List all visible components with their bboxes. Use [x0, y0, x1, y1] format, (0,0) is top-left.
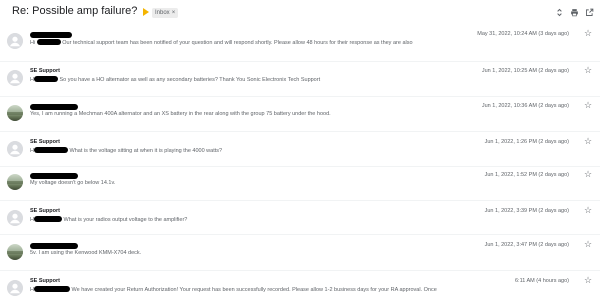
redaction-mark [33, 76, 58, 82]
snippet-text: My voltage doesn't go below 14.1v. [30, 180, 116, 186]
message-date: Jun 1, 2022, 10:36 AM (2 days ago) [481, 103, 569, 109]
profile-photo-avatar [7, 105, 23, 121]
star-icon[interactable]: ☆ [584, 206, 592, 215]
thread-header: Re: Possible amp failure? Inbox × [0, 0, 600, 26]
sender-name: SE Support [30, 208, 60, 214]
star-icon[interactable]: ☆ [584, 276, 592, 285]
star-icon[interactable]: ☆ [584, 240, 592, 249]
redacted-sender-name [30, 173, 78, 179]
snippet-text: Yes, I am running a Mechman 400A alterna… [30, 111, 331, 117]
star-icon[interactable]: ☆ [584, 29, 592, 38]
message-collapsed[interactable]: SE Support H What is the voltage sitting… [0, 137, 600, 173]
default-avatar-icon [7, 141, 23, 157]
default-avatar-icon [7, 210, 23, 226]
star-icon[interactable]: ☆ [584, 170, 592, 179]
message-date: Jun 1, 2022, 1:52 PM (2 days ago) [484, 172, 569, 178]
print-icon[interactable] [570, 8, 579, 17]
snippet-text: So you have a HO alternator as well as a… [59, 77, 321, 83]
message-collapsed[interactable]: SE Support H What is your radios output … [0, 206, 600, 242]
profile-photo-avatar [7, 244, 23, 260]
divider [0, 166, 600, 167]
message-date: Jun 1, 2022, 3:47 PM (2 days ago) [484, 242, 569, 248]
importance-marker-icon[interactable] [143, 8, 149, 16]
redaction-mark [36, 39, 61, 45]
message-snippet: H What is your radios output voltage to … [30, 216, 187, 223]
message-date: Jun 1, 2022, 10:25 AM (2 days ago) [481, 68, 569, 74]
message-date: Jun 1, 2022, 1:26 PM (2 days ago) [484, 139, 569, 145]
message-snippet: 5v. I am using the Kenwood KMM-X704 deck… [30, 250, 141, 256]
snippet-text: 5v. I am using the Kenwood KMM-X704 deck… [30, 250, 142, 256]
redacted-sender-name [30, 104, 78, 110]
redaction-mark [33, 216, 62, 222]
snippet-text: We have created your Return Authorizatio… [71, 287, 437, 293]
divider [0, 200, 600, 201]
thread-subject: Re: Possible amp failure? [12, 5, 138, 17]
open-in-new-window-icon[interactable] [585, 8, 594, 17]
redaction-mark [33, 147, 68, 153]
profile-photo-avatar [7, 174, 23, 190]
message-snippet: Hi Our technical support team has been n… [30, 39, 413, 46]
message-snippet: H What is the voltage sitting at when it… [30, 147, 222, 154]
inbox-label-chip[interactable]: Inbox × [152, 8, 179, 18]
message-snippet: H So you have a HO alternator as well as… [30, 76, 320, 83]
star-icon[interactable]: ☆ [584, 66, 592, 75]
default-avatar-icon [7, 33, 23, 49]
divider [0, 131, 600, 132]
divider [0, 96, 600, 97]
default-avatar-icon [7, 280, 23, 296]
inbox-label-text: Inbox [155, 10, 170, 16]
message-date: Jun 1, 2022, 3:39 PM (2 days ago) [484, 208, 569, 214]
snippet-text: What is the voltage sitting at when it i… [69, 148, 223, 154]
star-icon[interactable]: ☆ [584, 101, 592, 110]
snippet-text: What is your radios output voltage to th… [63, 217, 188, 223]
redacted-sender-name [30, 243, 78, 249]
expand-all-icon[interactable] [555, 8, 564, 17]
remove-label-icon[interactable]: × [172, 10, 176, 16]
message-snippet: My voltage doesn't go below 14.1v. [30, 180, 115, 186]
message-snippet: H We have created your Return Authorizat… [30, 286, 437, 293]
default-avatar-icon [7, 70, 23, 86]
star-icon[interactable]: ☆ [584, 137, 592, 146]
sender-name: SE Support [30, 68, 60, 74]
divider [0, 234, 600, 235]
message-collapsed[interactable]: SE Support H We have created your Return… [0, 276, 600, 307]
snippet-text: Our technical support team has been noti… [62, 40, 413, 46]
redaction-mark [33, 286, 70, 292]
message-date: May 31, 2022, 10:24 AM (3 days ago) [477, 31, 569, 37]
message-snippet: Yes, I am running a Mechman 400A alterna… [30, 111, 331, 117]
divider [0, 61, 600, 62]
snippet-greeting: Hi [30, 40, 36, 46]
message-date: 6:11 AM (4 hours ago) [514, 278, 569, 284]
sender-name: SE Support [30, 278, 60, 284]
redacted-sender-name [30, 32, 72, 38]
divider [0, 270, 600, 271]
message-collapsed[interactable]: Hi Our technical support team has been n… [0, 29, 600, 65]
sender-name: SE Support [30, 139, 60, 145]
